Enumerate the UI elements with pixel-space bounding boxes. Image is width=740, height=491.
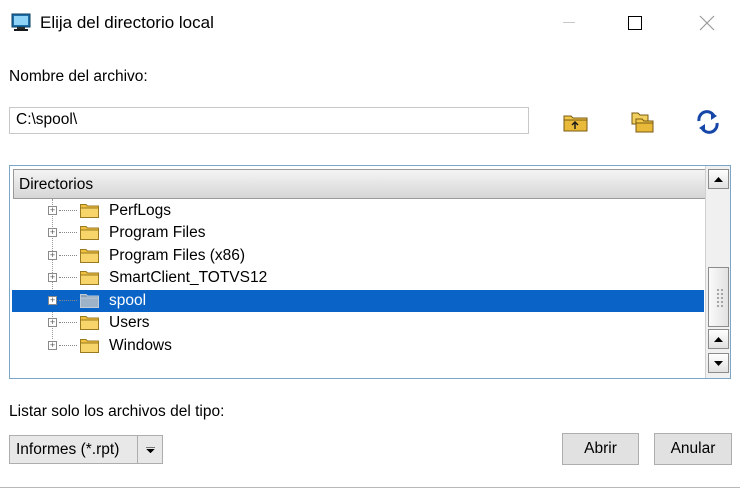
folder-up-button[interactable] [562, 110, 590, 134]
chevron-down-icon [145, 446, 155, 453]
folder-icon [80, 249, 99, 263]
tree-item-spool[interactable]: + spool [10, 290, 706, 312]
scroll-up-button[interactable] [708, 169, 729, 189]
directory-tree[interactable]: Directorios + PerfLogs + Program Files +… [9, 165, 731, 379]
tree-item-program-files[interactable]: + Program Files [10, 222, 706, 244]
filetype-label: Listar solo los archivos del tipo: [9, 403, 225, 420]
folder-icon [80, 339, 99, 353]
tree-item-program-files-x86[interactable]: + Program Files (x86) [10, 245, 706, 267]
folder-icon [80, 294, 99, 308]
expand-icon[interactable]: + [48, 273, 57, 282]
tree-item-smartclient[interactable]: + SmartClient_TOTVS12 [10, 267, 706, 289]
tree-item-perflogs[interactable]: + PerfLogs [10, 200, 706, 222]
expand-icon[interactable]: + [48, 318, 57, 327]
new-folder-button[interactable] [628, 110, 656, 134]
tree-item-label: Program Files [109, 224, 206, 241]
minimize-button[interactable] [546, 0, 592, 46]
maximize-icon [628, 16, 642, 30]
expand-icon[interactable]: + [48, 296, 57, 305]
folder-icon [80, 204, 99, 218]
filename-label: Nombre del archivo: [9, 68, 148, 85]
dropdown-button[interactable] [137, 436, 162, 463]
arrow-up-icon [714, 336, 723, 342]
tree-item-label: Windows [109, 337, 172, 354]
scroll-page-up-button[interactable] [708, 329, 729, 349]
tree-item-label: Users [109, 314, 150, 331]
tree-scrollbar[interactable] [705, 166, 730, 378]
refresh-button[interactable] [694, 110, 722, 134]
computer-window-icon [11, 12, 31, 32]
tree-item-windows[interactable]: + Windows [10, 335, 706, 357]
folder-icon [80, 316, 99, 330]
filetype-select[interactable]: Informes (*.rpt) [9, 435, 163, 464]
window-title: Elija del directorio local [40, 13, 214, 32]
tree-header: Directorios [13, 169, 706, 199]
cancel-button[interactable]: Anular [654, 433, 732, 465]
filetype-selected-value: Informes (*.rpt) [16, 441, 120, 458]
tree-item-label: spool [109, 292, 147, 309]
close-icon [699, 15, 715, 31]
scroll-thumb[interactable] [708, 267, 729, 327]
folder-up-icon [563, 115, 588, 132]
tree-item-users[interactable]: + Users [10, 312, 706, 334]
close-button[interactable] [684, 0, 730, 46]
open-button[interactable]: Abrir [562, 433, 639, 465]
folder-icon [80, 226, 99, 240]
expand-icon[interactable]: + [48, 341, 57, 350]
tree-item-label: Program Files (x86) [109, 247, 246, 264]
arrow-up-icon [714, 176, 723, 182]
window-bottom-border [0, 487, 740, 488]
expand-icon[interactable]: + [48, 251, 57, 260]
arrow-down-icon [714, 360, 723, 366]
tree-item-label: SmartClient_TOTVS12 [109, 269, 268, 286]
refresh-icon [697, 110, 719, 134]
folder-icon [80, 271, 99, 285]
new-folder-icon [631, 112, 654, 133]
scroll-down-button[interactable] [708, 353, 729, 373]
tree-item-label: PerfLogs [109, 202, 172, 219]
filename-input[interactable]: C:\spool\ [9, 107, 529, 134]
expand-icon[interactable]: + [48, 206, 57, 215]
expand-icon[interactable]: + [48, 228, 57, 237]
minimize-icon [563, 22, 575, 23]
maximize-button[interactable] [612, 0, 658, 46]
